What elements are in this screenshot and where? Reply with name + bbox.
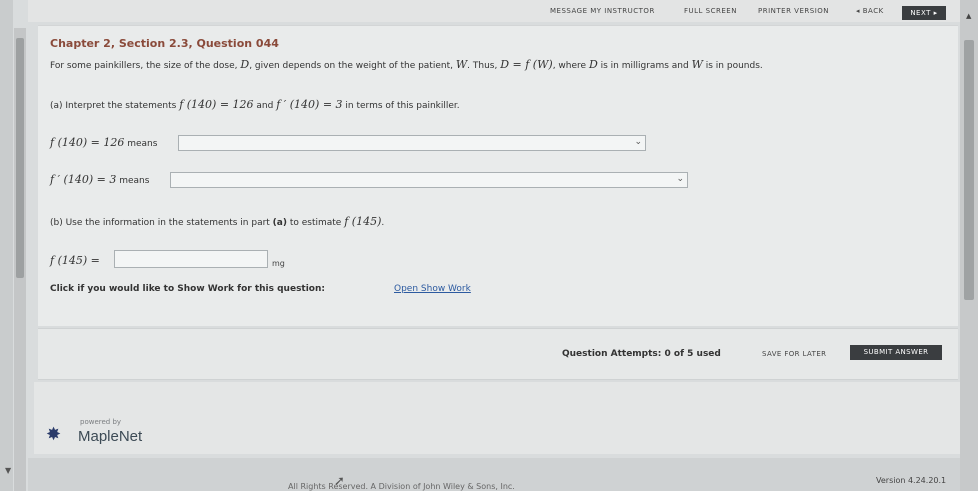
intro-text-f: is in pounds. — [702, 61, 763, 71]
version-label: Version 4.24.20.1 — [876, 476, 947, 485]
interpretation-dropdown-1[interactable]: ⌄ — [178, 135, 646, 151]
open-show-work-link[interactable]: Open Show Work — [394, 284, 471, 294]
intro-var-d: D — [240, 58, 250, 71]
part-a-prefix: (a) Interpret the statements — [50, 101, 180, 111]
row2-expression: f ′ (140) = 3 — [50, 173, 117, 186]
full-screen-link[interactable]: FULL SCREEN — [684, 7, 737, 15]
intro-var-d2: D — [588, 58, 598, 71]
question-panel: Chapter 2, Section 2.3, Question 044 For… — [38, 25, 958, 326]
intro-var-w: W — [455, 58, 468, 71]
part-b-expression: f (145) — [344, 215, 382, 228]
right-scrollbar[interactable]: ▲ — [960, 0, 978, 491]
answer-row-2: f ′ (140) = 3 means — [50, 173, 149, 186]
row2-means-label: means — [119, 176, 150, 186]
intro-text-d: , where — [552, 61, 589, 71]
top-toolbar: MESSAGE MY INSTRUCTOR FULL SCREEN PRINTE… — [28, 0, 960, 22]
chevron-down-icon: ⌄ — [676, 174, 684, 184]
next-button[interactable]: NEXT ▸ — [902, 6, 946, 20]
interpretation-dropdown-2[interactable]: ⌄ — [170, 172, 688, 188]
row3-expression: f (145) = — [50, 254, 100, 267]
answer-row-1: f (140) = 126 means — [50, 136, 157, 149]
scroll-down-icon[interactable]: ▼ — [5, 466, 11, 475]
intro-var-w2: W — [691, 58, 703, 71]
row1-means-label: means — [127, 139, 158, 149]
question-intro: For some painkillers, the size of the do… — [50, 58, 763, 71]
maple-leaf-icon: ✸ — [46, 424, 62, 445]
intro-equation: D = f (W) — [500, 58, 553, 71]
part-b-ref: (a) — [272, 218, 287, 228]
unit-label: mg — [272, 259, 285, 268]
intro-text-e: is in milligrams and — [597, 61, 692, 71]
row1-expression: f (140) = 126 — [50, 136, 125, 149]
copyright-text: All Rights Reserved. A Division of John … — [288, 482, 515, 491]
part-a-and: and — [253, 101, 277, 111]
mouse-cursor-icon: ➚ — [334, 474, 345, 489]
part-a-statement-2: f ′ (140) = 3 — [276, 98, 343, 111]
left-scrollbar[interactable] — [14, 28, 26, 491]
left-scrollbar-thumb[interactable] — [16, 38, 24, 278]
part-a-prompt: (a) Interpret the statements f (140) = 1… — [50, 98, 460, 111]
left-margin — [0, 0, 13, 491]
intro-text-a: For some painkillers, the size of the do… — [50, 61, 241, 71]
show-work-label: Click if you would like to Show Work for… — [50, 284, 325, 294]
intro-text-b: , given depends on the weight of the pat… — [249, 61, 456, 71]
question-header: Chapter 2, Section 2.3, Question 044 — [50, 37, 279, 50]
part-a-suffix: in terms of this painkiller. — [342, 101, 460, 111]
estimate-input[interactable] — [114, 250, 268, 268]
back-link[interactable]: ◂ BACK — [856, 7, 884, 15]
scroll-up-icon[interactable]: ▲ — [966, 12, 971, 20]
part-b-suffix: . — [381, 218, 385, 228]
part-a-statement-1: f (140) = 126 — [179, 98, 254, 111]
right-scrollbar-thumb[interactable] — [964, 40, 974, 300]
chevron-down-icon: ⌄ — [634, 137, 642, 147]
attempts-counter: Question Attempts: 0 of 5 used — [562, 349, 721, 359]
part-b-mid: to estimate — [286, 218, 345, 228]
intro-text-c: . Thus, — [467, 61, 501, 71]
message-instructor-link[interactable]: MESSAGE MY INSTRUCTOR — [550, 7, 655, 15]
printer-version-link[interactable]: PRINTER VERSION — [758, 7, 829, 15]
save-for-later-button[interactable]: SAVE FOR LATER — [762, 350, 826, 358]
part-b-prefix: (b) Use the information in the statement… — [50, 218, 273, 228]
answer-row-3: f (145) = — [50, 254, 100, 267]
bottom-bar: All Rights Reserved. A Division of John … — [28, 458, 960, 491]
powered-by-label: powered by — [80, 418, 122, 426]
attempts-bar: Question Attempts: 0 of 5 used SAVE FOR … — [38, 328, 958, 380]
part-b-prompt: (b) Use the information in the statement… — [50, 215, 384, 228]
maplenet-logo: MapleNet — [78, 428, 143, 445]
submit-answer-button[interactable]: SUBMIT ANSWER — [850, 345, 942, 360]
footer: ✸ powered by MapleNet — [34, 382, 960, 454]
